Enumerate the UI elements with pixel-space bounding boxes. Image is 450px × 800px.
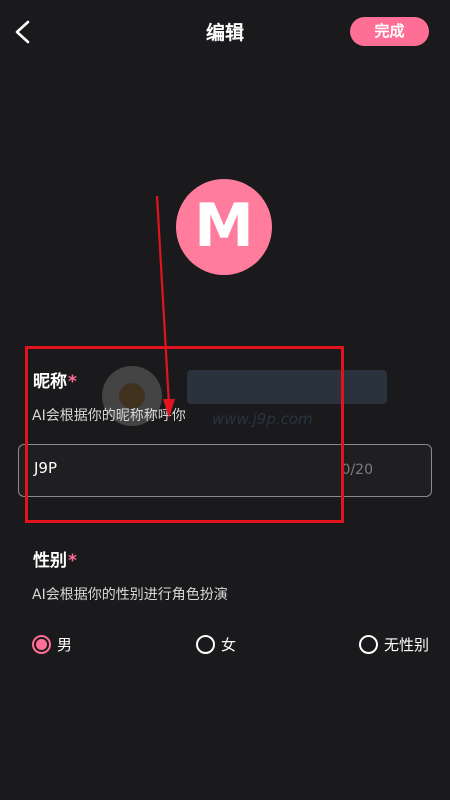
radio-unchecked-icon[interactable]: [196, 635, 215, 654]
gender-option-none[interactable]: 无性别: [359, 634, 429, 655]
top-bar: 编辑 完成: [0, 0, 450, 64]
gender-option-label: 女: [221, 636, 237, 654]
gender-option-label: 男: [57, 636, 73, 654]
gender-option-female[interactable]: 女: [196, 634, 236, 655]
done-button[interactable]: 完成: [350, 17, 429, 46]
gender-label: 性别*: [33, 546, 77, 571]
gender-label-text: 性别: [33, 551, 67, 571]
gender-option-label: 无性别: [384, 636, 430, 654]
radio-unchecked-icon[interactable]: [359, 635, 378, 654]
gender-options: 男 女 无性别: [0, 634, 450, 658]
char-counter: 0/20: [341, 462, 373, 478]
avatar-letter: M: [194, 191, 254, 261]
radio-checked-icon[interactable]: [32, 635, 51, 654]
annotation-highlight-box: [25, 346, 344, 523]
avatar[interactable]: M: [176, 179, 272, 275]
gender-option-male[interactable]: 男: [32, 634, 72, 655]
required-mark: *: [68, 551, 77, 571]
gender-hint: AI会根据你的性别进行角色扮演: [32, 587, 228, 603]
